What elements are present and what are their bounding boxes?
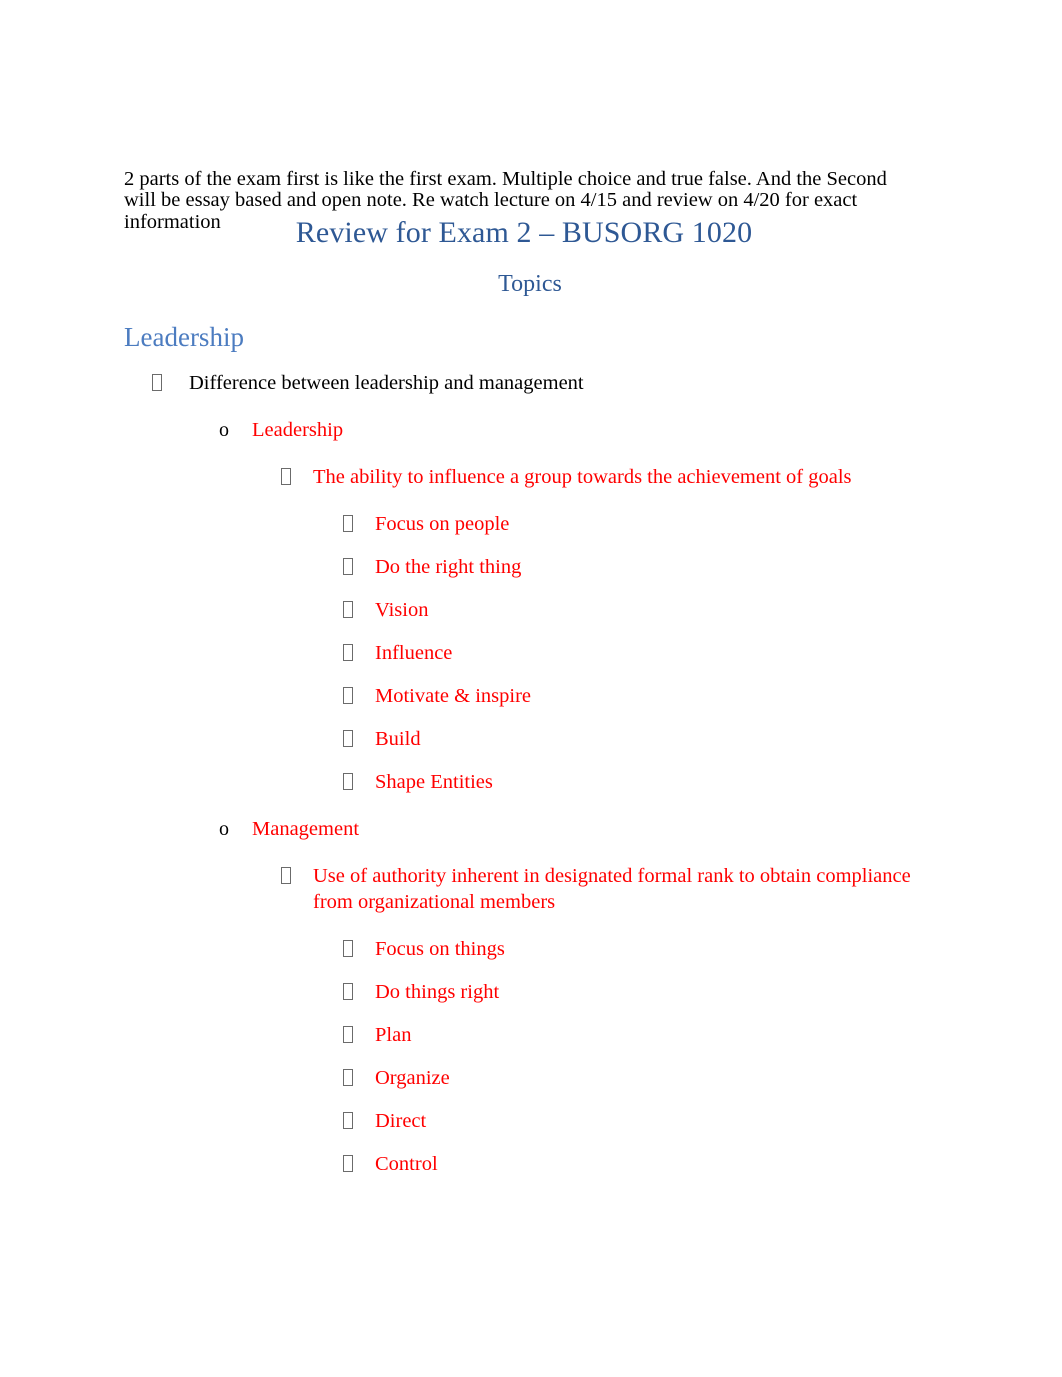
list-item: Direct bbox=[0, 1108, 1062, 1134]
list-item: Organize bbox=[0, 1065, 1062, 1091]
list-item: Build bbox=[0, 726, 1062, 752]
bullet-missing-glyph-icon bbox=[152, 370, 162, 396]
list-item-label: Organize bbox=[375, 1067, 450, 1089]
list-item: The ability to influence a group towards… bbox=[0, 464, 1062, 490]
list-item: o Management bbox=[0, 816, 1062, 842]
list-item: Plan bbox=[0, 1022, 1062, 1048]
bullet-missing-glyph-icon bbox=[343, 1108, 353, 1134]
list-item-label: Management bbox=[252, 818, 360, 840]
list-item: Use of authority inherent in designated … bbox=[0, 863, 1062, 915]
bullet-missing-glyph-icon bbox=[343, 1022, 353, 1048]
list-item-label: Control bbox=[375, 1153, 438, 1175]
list-item-label: Build bbox=[375, 728, 421, 750]
bullet-missing-glyph-icon bbox=[343, 511, 353, 537]
list-item-label: Influence bbox=[375, 642, 453, 664]
list-item: Focus on things bbox=[0, 936, 1062, 962]
list-item-label: Direct bbox=[375, 1110, 427, 1132]
list-item-label: Do things right bbox=[375, 981, 500, 1003]
list-item-label: Difference between leadership and manage… bbox=[189, 372, 584, 394]
list-item: Focus on people bbox=[0, 511, 1062, 537]
list-item: Control bbox=[0, 1151, 1062, 1177]
list-item-label: Focus on things bbox=[375, 938, 505, 960]
bullet-missing-glyph-icon bbox=[343, 769, 353, 795]
outline-list: Difference between leadership and manage… bbox=[0, 370, 1062, 1194]
bullet-missing-glyph-icon bbox=[343, 597, 353, 623]
list-item-label: Leadership bbox=[252, 419, 344, 441]
list-item-label: Focus on people bbox=[375, 513, 510, 535]
document-page: 2 parts of the exam first is like the fi… bbox=[0, 0, 1062, 1377]
bullet-circle-letter-icon: o bbox=[219, 419, 229, 441]
list-item: Vision bbox=[0, 597, 1062, 623]
list-item: o Leadership bbox=[0, 417, 1062, 443]
bullet-missing-glyph-icon bbox=[343, 936, 353, 962]
bullet-missing-glyph-icon bbox=[343, 726, 353, 752]
list-item-label: Motivate & inspire bbox=[375, 685, 532, 707]
list-item-label: Vision bbox=[375, 599, 429, 621]
bullet-missing-glyph-icon bbox=[343, 554, 353, 580]
list-item: Do the right thing bbox=[0, 554, 1062, 580]
list-item: Do things right bbox=[0, 979, 1062, 1005]
bullet-missing-glyph-icon bbox=[343, 683, 353, 709]
page-title: Review for Exam 2 – BUSORG 1020 bbox=[295, 216, 753, 249]
list-item-label: Shape Entities bbox=[375, 771, 493, 793]
list-item-label: Do the right thing bbox=[375, 556, 522, 578]
bullet-missing-glyph-icon bbox=[343, 640, 353, 666]
list-item-label: Plan bbox=[375, 1024, 412, 1046]
list-item: Influence bbox=[0, 640, 1062, 666]
bullet-missing-glyph-icon bbox=[343, 1151, 353, 1177]
bullet-missing-glyph-icon bbox=[343, 979, 353, 1005]
section-heading-leadership: Leadership bbox=[124, 322, 244, 352]
bullet-missing-glyph-icon bbox=[281, 464, 291, 490]
list-item-label: Use of authority inherent in designated … bbox=[313, 865, 911, 913]
bullet-missing-glyph-icon bbox=[343, 1065, 353, 1091]
page-subtitle: Topics bbox=[498, 271, 562, 297]
list-item: Difference between leadership and manage… bbox=[0, 370, 1062, 396]
bullet-missing-glyph-icon bbox=[281, 863, 291, 889]
bullet-circle-letter-icon: o bbox=[219, 818, 229, 840]
list-item: Shape Entities bbox=[0, 769, 1062, 795]
list-item: Motivate & inspire bbox=[0, 683, 1062, 709]
list-item-label: The ability to influence a group towards… bbox=[313, 466, 852, 488]
